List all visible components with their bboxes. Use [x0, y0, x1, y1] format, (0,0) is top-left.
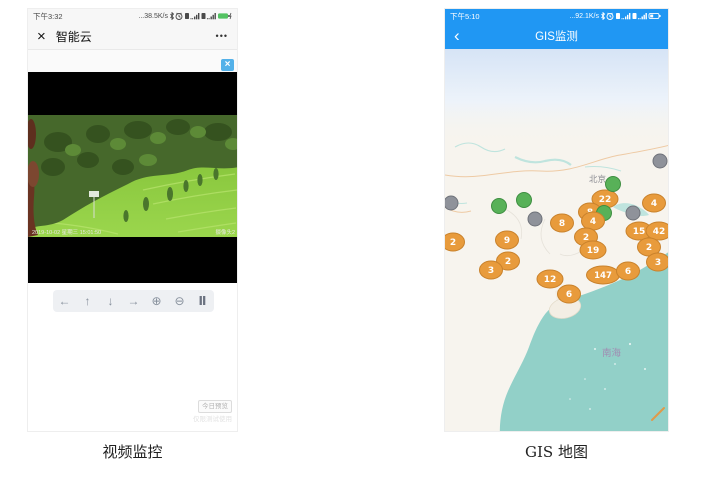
gis-map[interactable]: 北京南海 22844815422291922331214766: [445, 49, 669, 432]
video-close-button[interactable]: ×: [221, 59, 234, 71]
cluster-marker[interactable]: 4: [643, 194, 666, 212]
cluster-marker[interactable]: 3: [480, 261, 503, 279]
pan-left-button[interactable]: ←: [54, 290, 76, 312]
cluster-marker[interactable]: 8: [551, 214, 574, 232]
footer-watermark: 仅限测试使用: [193, 413, 232, 423]
caption-video: 视频监控: [27, 441, 238, 462]
cluster-count: 4: [590, 217, 596, 227]
cluster-marker[interactable]: 3: [647, 253, 670, 271]
screenshot-canvas: 下午3:32 ...38.5K/s: [0, 0, 716, 482]
charging-icon: [230, 13, 231, 19]
battery-icon: [649, 13, 661, 18]
cluster-count: 12: [544, 275, 557, 285]
map-north-tint: [445, 49, 669, 145]
video-timestamp: 2019-10-02 星期三 15:01:50: [32, 229, 101, 236]
page-title: 智能云: [56, 28, 216, 45]
sim2-icon: [202, 13, 206, 19]
video-monitor-phone: 下午3:32 ...38.5K/s: [27, 8, 238, 432]
map-place-label: 南海: [602, 347, 622, 359]
cluster-marker[interactable]: 42: [646, 222, 669, 240]
signal1-icon: [621, 13, 630, 19]
sim2-icon: [633, 13, 637, 19]
pan-right-button[interactable]: →: [123, 290, 145, 312]
zoom-in-button[interactable]: ⊕: [146, 290, 168, 312]
video-frame: 2019-10-02 星期三 15:01:50 摄像头2: [28, 72, 238, 283]
signal2-icon: [638, 13, 647, 19]
content-header-strip: [28, 50, 237, 72]
cluster-count: 2: [505, 257, 511, 267]
device-dot-gray[interactable]: [653, 154, 667, 168]
device-dot-green[interactable]: [606, 177, 621, 192]
bluetooth-icon: [602, 12, 605, 20]
pan-down-button[interactable]: ↓: [100, 290, 122, 312]
gis-map-phone: 下午5:10 ...92.1K/s: [444, 8, 669, 432]
status-bar: 下午5:10 ...92.1K/s: [445, 9, 668, 23]
cluster-marker[interactable]: 147: [587, 266, 620, 284]
nav-bar: ‹ GIS监测: [445, 23, 668, 49]
battery-icon: [218, 13, 229, 18]
sim1-icon: [616, 13, 620, 19]
network-speed: ...38.5K/s: [138, 13, 168, 20]
status-icons: [170, 11, 232, 21]
device-dot-gray[interactable]: [528, 212, 542, 226]
bluetooth-icon: [171, 12, 174, 20]
cluster-count: 6: [566, 290, 572, 300]
cluster-marker[interactable]: 2: [445, 233, 465, 251]
cluster-count: 2: [450, 238, 456, 248]
cluster-count: 6: [625, 267, 631, 277]
cluster-marker[interactable]: 6: [558, 285, 581, 303]
cluster-marker[interactable]: 19: [580, 241, 606, 259]
cluster-count: 15: [633, 227, 646, 237]
video-player[interactable]: 2019-10-02 星期三 15:01:50 摄像头2: [28, 72, 238, 283]
more-menu-button[interactable]: •••: [216, 31, 228, 41]
device-dot-green[interactable]: [492, 199, 507, 214]
status-icons: [601, 11, 663, 21]
alarm-icon: [176, 13, 182, 20]
alarm-icon: [607, 13, 613, 20]
cluster-count: 22: [599, 195, 612, 205]
sim1-icon: [185, 13, 189, 19]
ptz-control-bar: ←↑↓→⊕⊖Ⅱ: [53, 290, 214, 312]
device-dot-gray[interactable]: [445, 196, 458, 210]
caption-gis: GIS 地图: [444, 441, 669, 462]
zoom-out-button[interactable]: ⊖: [169, 290, 191, 312]
cluster-count: 8: [559, 219, 565, 229]
cluster-marker[interactable]: 4: [582, 212, 605, 230]
signal2-icon: [207, 13, 216, 19]
status-time: 下午5:10: [450, 11, 480, 22]
cluster-count: 147: [594, 271, 612, 281]
cluster-count: 42: [653, 227, 666, 237]
cluster-marker[interactable]: 9: [496, 231, 519, 249]
wechat-title-bar: × 智能云 •••: [28, 23, 237, 50]
map-place-label: 北京: [589, 174, 606, 184]
signal1-icon: [190, 13, 199, 19]
cluster-count: 2: [646, 243, 652, 253]
cluster-count: 3: [488, 266, 494, 276]
cluster-count: 19: [587, 246, 600, 256]
status-bar: 下午3:32 ...38.5K/s: [28, 9, 237, 23]
device-dot-gray[interactable]: [626, 206, 640, 220]
cluster-marker[interactable]: 12: [537, 270, 563, 288]
footer-badge[interactable]: 今日预览: [198, 400, 232, 413]
cluster-count: 3: [655, 258, 661, 268]
close-page-button[interactable]: ×: [37, 29, 46, 44]
network-speed: ...92.1K/s: [569, 13, 599, 20]
nav-title: GIS监测: [535, 28, 578, 44]
pan-up-button[interactable]: ↑: [77, 290, 99, 312]
cluster-marker[interactable]: 6: [617, 262, 640, 280]
cluster-count: 4: [651, 199, 657, 209]
status-time: 下午3:32: [33, 11, 63, 22]
camera-name-overlay: 摄像头2: [215, 228, 235, 236]
pause-button[interactable]: Ⅱ: [192, 290, 214, 312]
device-dot-green[interactable]: [517, 193, 532, 208]
back-button[interactable]: ‹: [454, 24, 460, 48]
cluster-count: 9: [504, 236, 510, 246]
